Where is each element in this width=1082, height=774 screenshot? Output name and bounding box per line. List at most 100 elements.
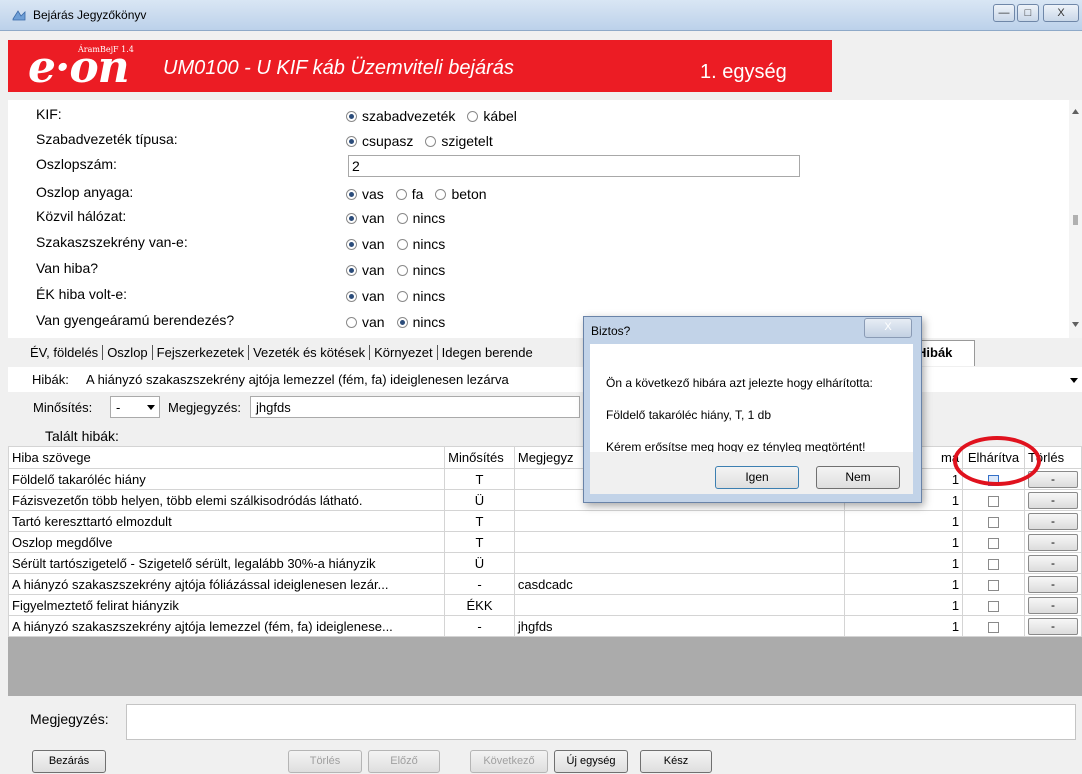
elharitva-checkbox[interactable]: [988, 516, 1000, 528]
row-delete-button[interactable]: -: [1027, 491, 1078, 509]
dialog-yes-button[interactable]: Igen: [715, 466, 799, 489]
elharitva-checkbox[interactable]: [988, 600, 1000, 612]
tab-kornyezet[interactable]: Környezet: [370, 345, 438, 360]
minosites-select[interactable]: -: [110, 396, 160, 418]
cell-mennyiseg: 1: [843, 573, 964, 595]
radio-hiba-nincs[interactable]: nincs: [396, 262, 445, 278]
tab-vezetek[interactable]: Vezeték és kötések: [249, 345, 371, 360]
radio-csupasz[interactable]: csupasz: [346, 133, 413, 149]
ek-label: ÉK hiba volt-e:: [36, 286, 128, 302]
row-delete-button[interactable]: -: [1027, 533, 1078, 551]
radio-hiba-van[interactable]: van: [346, 262, 385, 278]
gyenge-options: van nincs: [346, 314, 453, 330]
cell-megjegyzes: [513, 510, 845, 532]
maximize-button[interactable]: □: [1017, 4, 1039, 22]
radio-beton[interactable]: beton: [435, 186, 487, 202]
megjegyzes-input[interactable]: jhgfds: [250, 396, 580, 418]
cell-hiba-text: Fázisvezetőn több helyen, több elemi szá…: [8, 489, 446, 511]
minosites-value: -: [116, 400, 121, 415]
radio-vas[interactable]: vas: [346, 186, 384, 202]
cell-torles: -: [1023, 489, 1082, 511]
dialog-close-button[interactable]: X: [864, 318, 912, 338]
hiba-label: Van hiba?: [36, 260, 99, 276]
radio-kabel[interactable]: kábel: [467, 108, 517, 124]
radio-gyenge-van[interactable]: van: [346, 314, 385, 330]
done-button[interactable]: Kész: [640, 750, 712, 773]
tab-fejszerkezetek[interactable]: Fejszerkezetek: [153, 345, 250, 360]
radio-szabadvezetek[interactable]: szabadvezeték: [346, 108, 455, 124]
radio-szakasz-van[interactable]: van: [346, 236, 385, 252]
radio-szakasz-nincs[interactable]: nincs: [396, 236, 445, 252]
hiba-options: van nincs: [346, 262, 453, 278]
bottom-note-input[interactable]: [126, 704, 1076, 740]
highlight-circle: [953, 436, 1041, 486]
elharitva-checkbox[interactable]: [988, 579, 1000, 591]
tab-idegen[interactable]: Idegen berende: [438, 345, 537, 360]
row-delete-button[interactable]: -: [1027, 596, 1078, 614]
table-row[interactable]: A hiányzó szakaszszekrény ajtója fóliázá…: [8, 573, 1082, 595]
dialog-title: Biztos?: [591, 324, 631, 338]
dialog-line-1: Ön a következő hibára azt jelezte hogy e…: [606, 376, 873, 390]
szakasz-options: van nincs: [346, 236, 453, 252]
row-delete-button[interactable]: -: [1027, 617, 1078, 635]
radio-ek-nincs[interactable]: nincs: [396, 288, 445, 304]
cell-elharitva: [962, 573, 1025, 595]
kif-options: szabadvezeték kábel: [346, 108, 525, 124]
cell-megjegyzes: jhgfds: [513, 615, 845, 637]
cell-minosites: T: [444, 468, 515, 490]
cell-hiba-text: Sérült tartószigetelő - Szigetelő sérült…: [8, 552, 446, 574]
table-row[interactable]: Figyelmeztető felirat hiányzik ÉKK 1 -: [8, 594, 1082, 616]
radio-gyenge-nincs[interactable]: nincs: [396, 314, 445, 330]
megjegyzes-label: Megjegyzés:: [168, 400, 241, 415]
col-hiba-szovege[interactable]: Hiba szövege: [8, 446, 446, 469]
gyenge-label: Van gyengeáramú berendezés?: [36, 312, 235, 328]
tab-oszlop[interactable]: Oszlop: [103, 345, 153, 360]
previous-button[interactable]: Előző: [368, 750, 440, 773]
app-icon: [12, 10, 26, 21]
dialog-line-2: Földelő takaróléc hiány, T, 1 db: [606, 408, 771, 422]
cell-torles: -: [1023, 531, 1082, 553]
hibak-select[interactable]: A hiányzó szakaszszekrény ajtója lemezze…: [86, 372, 580, 387]
inspection-form: KIF: szabadvezeték kábel Szabadvezeték t…: [8, 100, 1072, 338]
new-unit-button[interactable]: Új egység: [554, 750, 628, 773]
minimize-button[interactable]: —: [993, 4, 1015, 22]
dialog-no-button[interactable]: Nem: [816, 466, 900, 489]
cell-minosites: -: [444, 573, 515, 595]
row-delete-button[interactable]: -: [1027, 554, 1078, 572]
row-delete-button[interactable]: -: [1027, 512, 1078, 530]
elharitva-checkbox[interactable]: [988, 621, 1000, 633]
table-row[interactable]: Sérült tartószigetelő - Szigetelő sérült…: [8, 552, 1082, 574]
close-window-button[interactable]: X: [1043, 4, 1079, 22]
cell-elharitva: [962, 552, 1025, 574]
elharitva-checkbox[interactable]: [988, 537, 1000, 549]
form-scrollbar[interactable]: [1069, 100, 1082, 338]
radio-kozvil-van[interactable]: van: [346, 210, 385, 226]
table-row[interactable]: Oszlop megdőlve T 1 -: [8, 531, 1082, 553]
elharitva-checkbox[interactable]: [988, 558, 1000, 570]
hibak-dropdown-icon[interactable]: [1070, 378, 1078, 383]
delete-button[interactable]: Törlés: [288, 750, 362, 773]
cell-minosites: Ü: [444, 552, 515, 574]
elharitva-checkbox[interactable]: [988, 495, 1000, 507]
cell-minosites: -: [444, 615, 515, 637]
cell-hiba-text: A hiányzó szakaszszekrény ajtója lemezze…: [8, 615, 446, 637]
cell-torles: -: [1023, 615, 1082, 637]
window-titlebar: Bejárás Jegyzőkönyv — □ X: [0, 0, 1082, 31]
next-button[interactable]: Következő: [470, 750, 548, 773]
tab-ev-foldeles[interactable]: ÉV, földelés: [30, 345, 104, 360]
table-row[interactable]: A hiányzó szakaszszekrény ajtója lemezze…: [8, 615, 1082, 637]
dialog-body: Ön a következő hibára azt jelezte hogy e…: [590, 344, 913, 494]
radio-szigetelt[interactable]: szigetelt: [425, 133, 493, 149]
oszlopszam-input[interactable]: 2: [348, 155, 800, 177]
close-button[interactable]: Bezárás: [32, 750, 106, 773]
table-row[interactable]: Tartó kereszttartó elmozdult T 1 -: [8, 510, 1082, 532]
radio-kozvil-nincs[interactable]: nincs: [396, 210, 445, 226]
radio-ek-van[interactable]: van: [346, 288, 385, 304]
radio-fa[interactable]: fa: [395, 186, 423, 202]
cell-elharitva: [962, 489, 1025, 511]
col-minosites[interactable]: Minősítés: [444, 446, 515, 469]
row-delete-button[interactable]: -: [1027, 575, 1078, 593]
tab-strip: ÉV, földelés Oszlop Fejszerkezetek Vezeték …: [30, 345, 537, 360]
bottom-note-label: Megjegyzés:: [30, 711, 109, 727]
cell-hiba-text: Figyelmeztető felirat hiányzik: [8, 594, 446, 616]
